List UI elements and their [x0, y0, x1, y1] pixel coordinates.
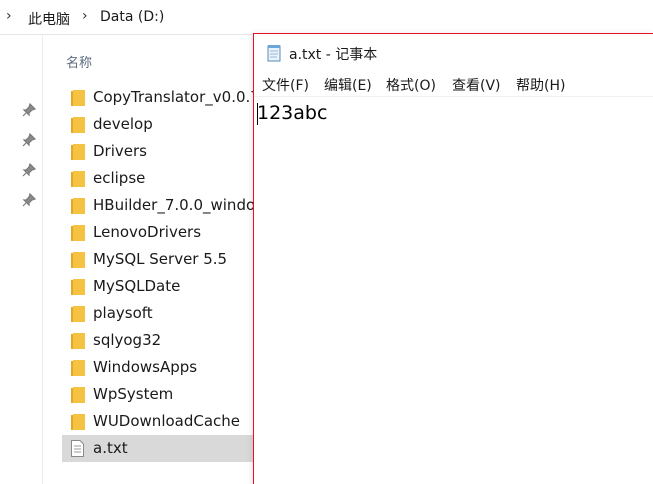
- folder-icon: [71, 198, 85, 214]
- item-name: CopyTranslator_v0.0.7: [93, 88, 260, 106]
- folder-list-item[interactable]: MySQL Server 5.5: [62, 246, 262, 273]
- item-name: MySQLDate: [93, 277, 181, 295]
- folder-list-item[interactable]: eclipse: [62, 165, 262, 192]
- folder-icon: [71, 171, 85, 187]
- folder-icon: [71, 306, 85, 322]
- column-header-name[interactable]: 名称: [66, 52, 92, 71]
- text-file-icon: [71, 440, 84, 457]
- item-name: eclipse: [93, 169, 146, 187]
- notepad-title-bar[interactable]: a.txt - 记事本: [254, 34, 653, 72]
- chevron-right-icon: ›: [6, 8, 12, 24]
- breadcrumb-this-pc[interactable]: 此电脑: [28, 9, 70, 29]
- folder-list-item[interactable]: Drivers: [62, 138, 262, 165]
- item-name: HBuilder_7.0.0_windows: [93, 196, 276, 214]
- pin-icon[interactable]: [22, 132, 37, 147]
- chevron-right-icon: ›: [82, 8, 88, 24]
- text-editor-area[interactable]: 123abc: [254, 97, 653, 484]
- item-name: WpSystem: [93, 385, 174, 403]
- folder-icon: [71, 360, 85, 376]
- folder-icon: [71, 279, 85, 295]
- item-name: a.txt: [93, 439, 128, 457]
- item-name: playsoft: [93, 304, 153, 322]
- item-name: WindowsApps: [93, 358, 198, 376]
- folder-list-item[interactable]: develop: [62, 111, 262, 138]
- window-title: a.txt - 记事本: [289, 47, 378, 63]
- desktop: › 此电脑 › Data (D:) 名称 CopyTranslator_v0.0…: [0, 0, 653, 484]
- breadcrumb-drive[interactable]: Data (D:): [100, 9, 164, 25]
- folder-icon: [71, 387, 85, 403]
- text-caret: [257, 103, 258, 125]
- folder-icon: [71, 225, 85, 241]
- item-name: WUDownloadCache: [93, 412, 241, 430]
- folder-list-item[interactable]: MySQLDate: [62, 273, 262, 300]
- menu-format[interactable]: 格式(O): [386, 75, 436, 95]
- folder-icon: [71, 117, 85, 133]
- menu-edit[interactable]: 编辑(E): [324, 75, 372, 95]
- menu-help[interactable]: 帮助(H): [516, 75, 565, 95]
- folder-icon: [71, 90, 85, 106]
- folder-icon: [71, 333, 85, 349]
- notepad-window[interactable]: a.txt - 记事本 文件(F) 编辑(E) 格式(O) 查看(V) 帮助(H…: [253, 33, 653, 484]
- folder-list-item[interactable]: playsoft: [62, 300, 262, 327]
- item-name: sqlyog32: [93, 331, 162, 349]
- folder-list-item[interactable]: HBuilder_7.0.0_windows: [62, 192, 275, 219]
- editor-content: 123abc: [257, 102, 328, 124]
- notepad-icon: [266, 44, 282, 62]
- pin-icon[interactable]: [22, 102, 37, 117]
- folder-list-item[interactable]: WpSystem: [62, 381, 262, 408]
- pin-icon[interactable]: [22, 162, 37, 177]
- folder-icon: [71, 144, 85, 160]
- menu-file[interactable]: 文件(F): [262, 75, 309, 95]
- folder-list-item[interactable]: WUDownloadCache: [62, 408, 262, 435]
- menu-bar: 文件(F) 编辑(E) 格式(O) 查看(V) 帮助(H): [254, 72, 653, 97]
- item-name: Drivers: [93, 142, 147, 160]
- item-name: LenovoDrivers: [93, 223, 202, 241]
- file-list-item[interactable]: a.txt: [62, 435, 262, 462]
- folder-list-item[interactable]: CopyTranslator_v0.0.7: [62, 84, 262, 111]
- folder-list-item[interactable]: sqlyog32: [62, 327, 262, 354]
- folder-list-item[interactable]: LenovoDrivers: [62, 219, 262, 246]
- item-name: MySQL Server 5.5: [93, 250, 228, 268]
- address-bar[interactable]: › 此电脑 › Data (D:): [0, 0, 653, 35]
- item-name: develop: [93, 115, 153, 133]
- pin-icon[interactable]: [22, 192, 37, 207]
- navigation-pane[interactable]: [0, 35, 43, 484]
- folder-icon: [71, 252, 85, 268]
- menu-view[interactable]: 查看(V): [452, 75, 501, 95]
- folder-icon: [71, 414, 85, 430]
- folder-list-item[interactable]: WindowsApps: [62, 354, 262, 381]
